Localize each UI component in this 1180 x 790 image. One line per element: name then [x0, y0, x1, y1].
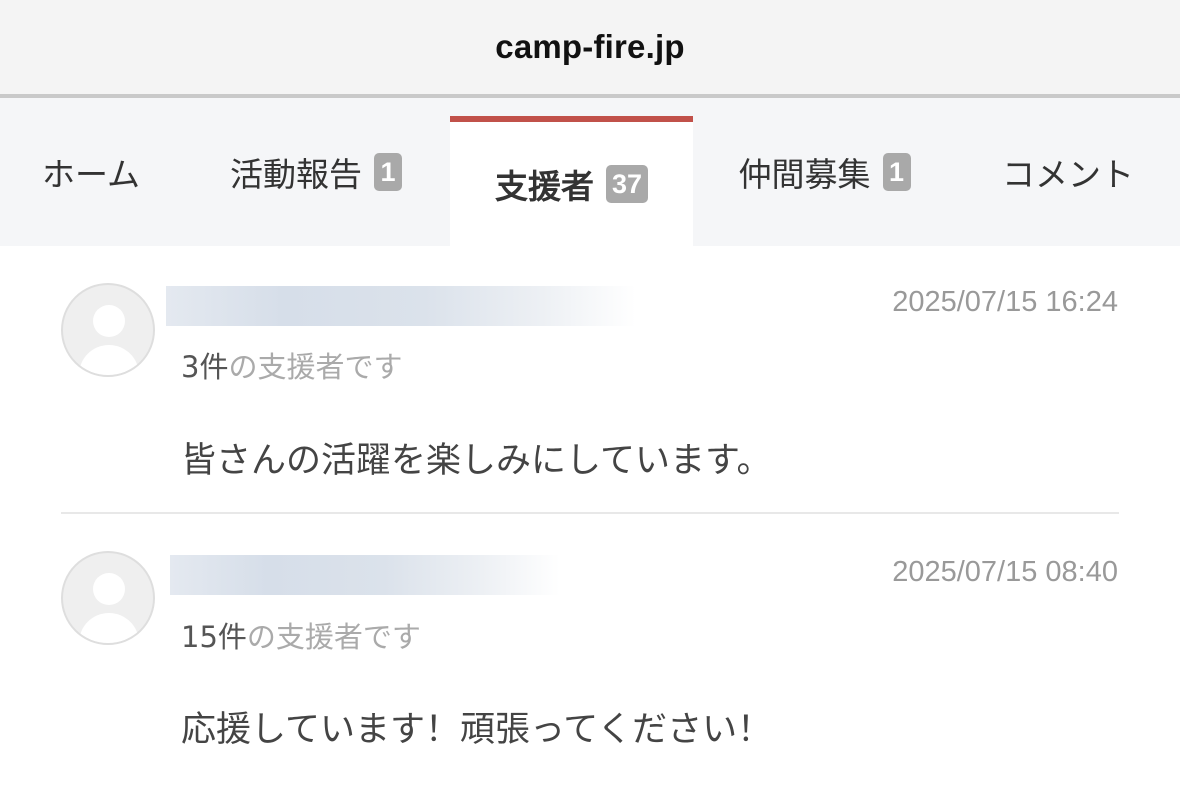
tab-supporters[interactable]: 支援者 37 — [450, 116, 693, 246]
support-date: 2025/07/15 08:40 — [892, 556, 1118, 588]
support-count-suffix: の支援者です — [228, 350, 403, 384]
supporter-name-redacted[interactable] — [166, 286, 636, 326]
supporter-support-count: 15件の支援者です — [181, 614, 421, 656]
supporter-support-count: 3件の支援者です — [181, 344, 402, 386]
browser-address-bar[interactable]: camp-fire.jp — [0, 0, 1180, 98]
url-text[interactable]: camp-fire.jp — [495, 28, 684, 66]
tab-supporters-count-badge: 37 — [605, 165, 649, 203]
tab-home[interactable]: ホーム — [0, 98, 182, 246]
tab-member-recruitment-count-badge: 1 — [882, 153, 911, 191]
default-user-icon[interactable] — [61, 551, 155, 645]
supporter-message: 応援しています！頑張ってください！ — [181, 710, 773, 750]
tab-activity-reports-count-badge: 1 — [374, 153, 402, 191]
support-date: 2025/07/15 16:24 — [892, 286, 1118, 318]
tab-comments[interactable]: コメント — [956, 98, 1180, 246]
project-tab-bar: ホーム 活動報告 1 支援者 37 仲間募集 1 コメント — [0, 98, 1180, 246]
tab-activity-reports-label: 活動報告 — [230, 155, 362, 194]
default-user-icon[interactable] — [61, 283, 155, 377]
tab-activity-reports[interactable]: 活動報告 1 — [182, 98, 450, 246]
supporter-message: 皆さんの活躍を楽しみにしています。 — [181, 441, 772, 481]
tab-member-recruitment-label: 仲間募集 — [738, 155, 871, 194]
tab-comments-label: コメント — [1002, 155, 1134, 194]
entry-divider — [61, 512, 1119, 514]
support-count-suffix: の支援者です — [246, 620, 421, 654]
supporter-name-redacted[interactable] — [170, 555, 560, 595]
tab-member-recruitment[interactable]: 仲間募集 1 — [693, 98, 956, 246]
support-count-number: 3件 — [181, 350, 229, 384]
support-count-number: 15件 — [181, 620, 247, 654]
tab-supporters-label: 支援者 — [494, 167, 594, 206]
tab-home-label: ホーム — [41, 155, 140, 194]
